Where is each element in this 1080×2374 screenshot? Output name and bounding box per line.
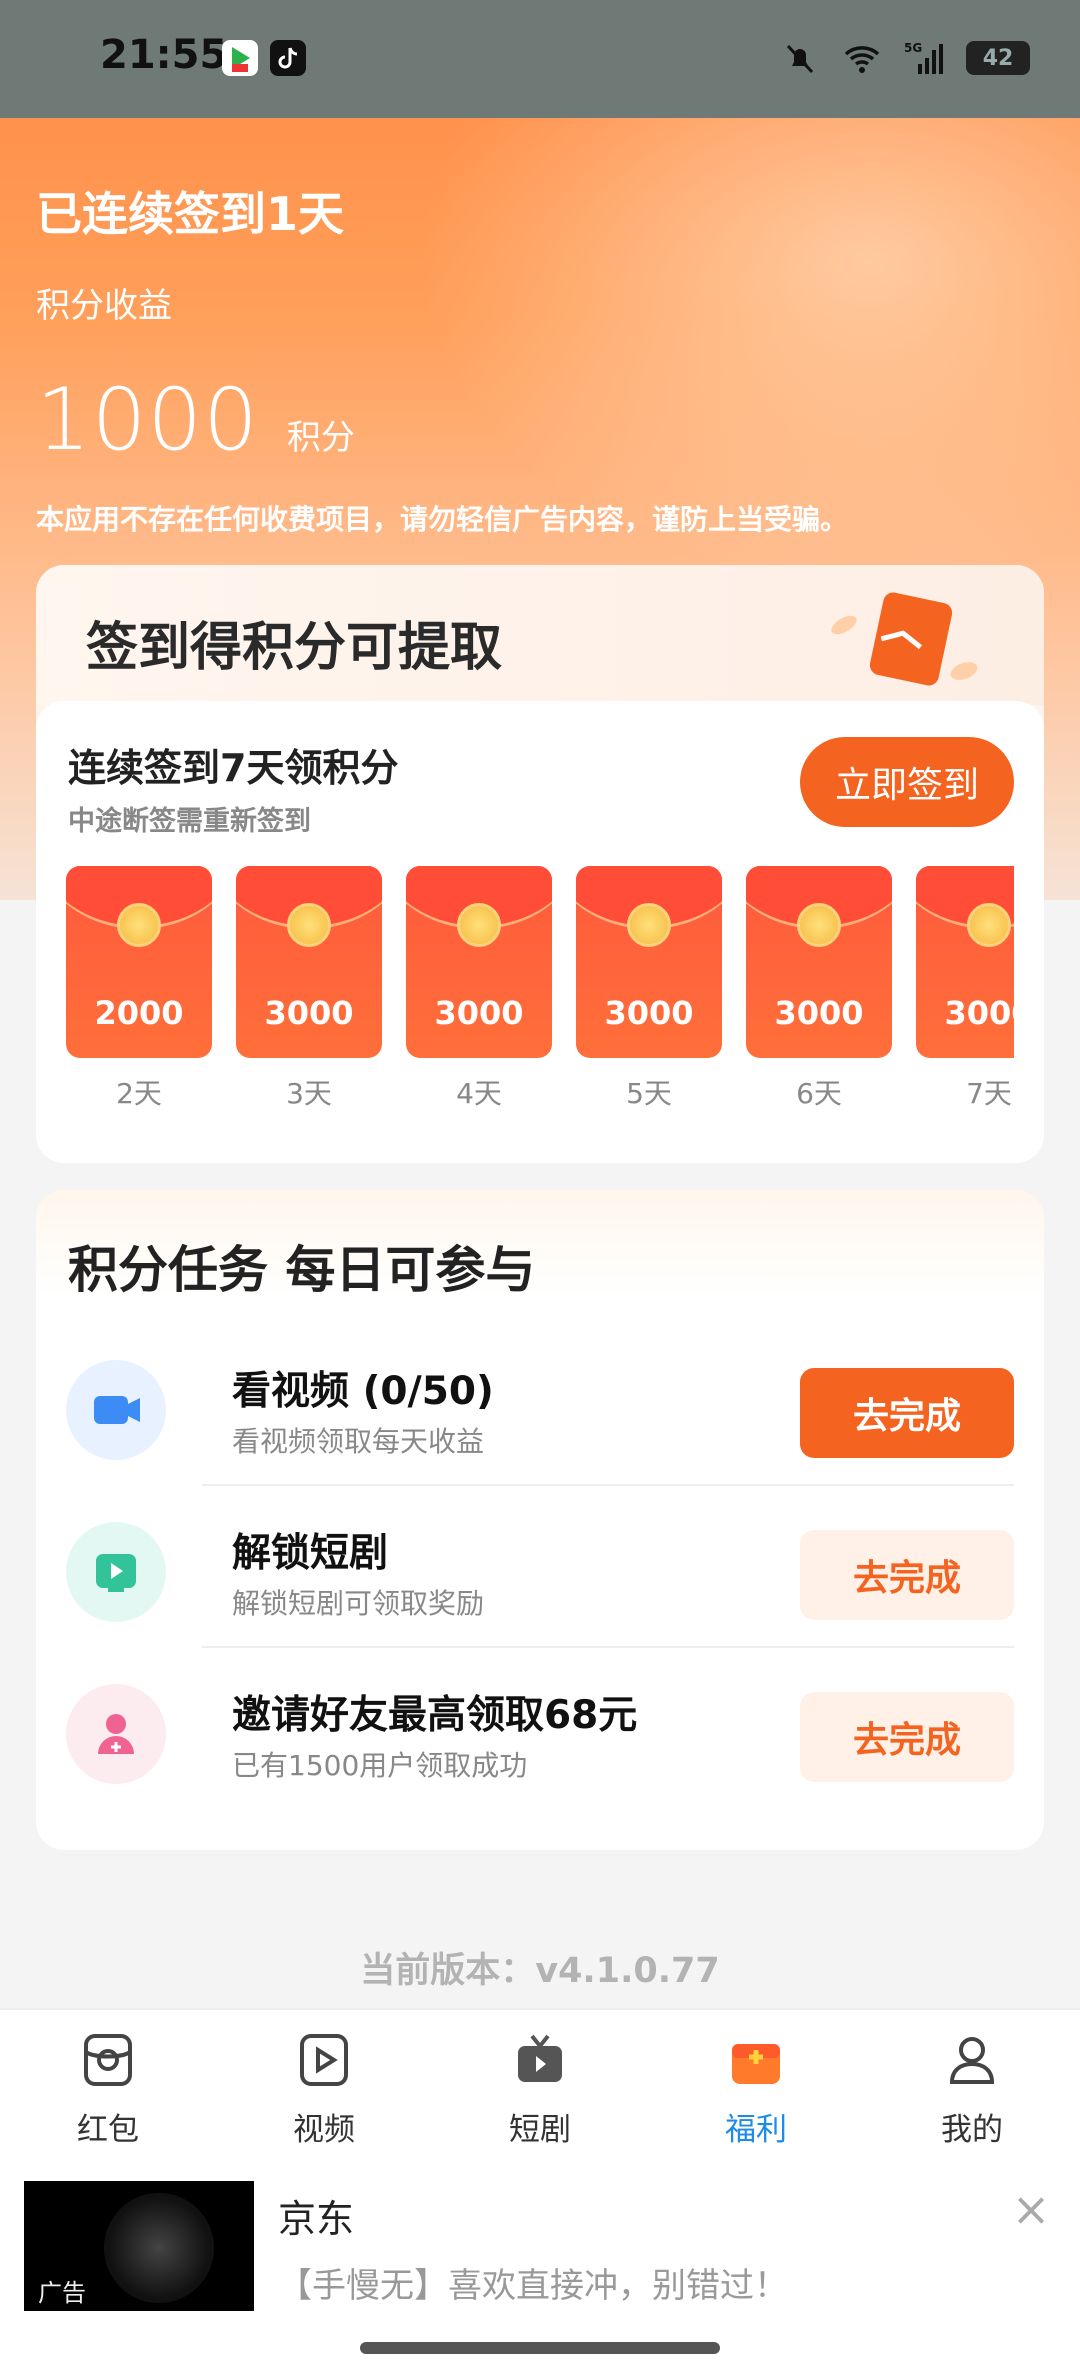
- coin-icon: [797, 903, 841, 947]
- signin-body: 连续签到7天领积分 中途断签需重新签到 立即签到 2000 2天 3000 3天…: [36, 701, 1044, 1163]
- status-bar: 21:55 5G 42: [0, 0, 1080, 118]
- ad-title[interactable]: 京东: [278, 2188, 354, 2243]
- coin-icon: [287, 903, 331, 947]
- signin-subtitle: 连续签到7天领积分: [68, 746, 399, 790]
- signin-day: 3000 6天: [746, 866, 892, 1112]
- streak-text: 已连续签到1天: [36, 187, 345, 241]
- signin-hint: 中途断签需重新签到: [68, 806, 311, 837]
- tab-welfare[interactable]: 福利: [648, 2030, 864, 2149]
- invite-user-icon: [66, 1684, 166, 1784]
- signin-days: 2000 2天 3000 3天 3000 4天 3000 5天 3000 6天 …: [66, 866, 1014, 1136]
- task-item-invite-friends: 邀请好友最高领取68元 已有1500用户领取成功 去完成: [66, 1664, 1014, 1824]
- mute-bell-icon: [786, 44, 814, 74]
- gift-icon: [732, 2044, 780, 2084]
- signin-card: 签到得积分可提取 连续签到7天领积分 中途断签需重新签到 立即签到 2000 2…: [36, 565, 1044, 1163]
- play-icon: [66, 1522, 166, 1622]
- red-envelope: 3000: [916, 866, 1014, 1058]
- day-label: 3天: [286, 1077, 332, 1110]
- video-camera-icon: [66, 1360, 166, 1460]
- coin-icon: [967, 903, 1011, 947]
- task-go-button[interactable]: 去完成: [800, 1692, 1014, 1782]
- ad-product-image: [104, 2193, 214, 2303]
- tv-icon: [518, 2034, 562, 2082]
- status-time: 21:55: [100, 32, 228, 78]
- ad-desc[interactable]: 【手慢无】喜欢直接冲，别错过！: [278, 2258, 788, 2307]
- task-desc: 解锁短剧可领取奖励: [232, 1587, 485, 1620]
- red-envelope: 3000: [406, 866, 552, 1058]
- day-label: 6天: [796, 1077, 842, 1110]
- bottom-tab-bar: 红包 视频 短剧 福利 我的: [0, 2008, 1080, 2158]
- day-reward: 3000: [434, 994, 524, 1032]
- tiktok-icon: [270, 40, 306, 76]
- day-label: 7天: [966, 1077, 1012, 1110]
- red-envelope-illustration: [831, 592, 978, 686]
- tab-mine[interactable]: 我的: [864, 2030, 1080, 2149]
- divider: [202, 1646, 1014, 1648]
- signin-day: 3000 4天: [406, 866, 552, 1112]
- home-indicator[interactable]: [360, 2342, 720, 2354]
- ad-image[interactable]: 广告: [24, 2181, 254, 2311]
- task-desc: 已有1500用户领取成功: [232, 1749, 528, 1782]
- red-envelope: 2000: [66, 866, 212, 1058]
- signin-day: 2000 2天: [66, 866, 212, 1112]
- task-go-button[interactable]: 去完成: [800, 1530, 1014, 1620]
- tab-label: 我的: [941, 2112, 1003, 2148]
- tasks-title: 积分任务 每日可参与: [68, 1241, 536, 1299]
- red-envelope: 3000: [746, 866, 892, 1058]
- task-item-unlock-drama: 解锁短剧 解锁短剧可领取奖励 去完成: [66, 1502, 1014, 1662]
- signin-day: 3000 3天: [236, 866, 382, 1112]
- video-icon: [300, 2034, 348, 2086]
- battery-indicator: 42: [966, 41, 1030, 75]
- coin-icon: [627, 903, 671, 947]
- app-version: 当前版本：v4.1.0.77: [360, 1951, 720, 1991]
- tab-video[interactable]: 视频: [216, 2030, 432, 2149]
- red-packet-icon: [84, 2034, 132, 2086]
- tab-label: 福利: [725, 2112, 787, 2148]
- red-envelope: 3000: [576, 866, 722, 1058]
- tab-label: 视频: [293, 2112, 355, 2148]
- day-reward: 2000: [94, 994, 184, 1032]
- tasks-card: 积分任务 每日可参与 看视频 (0/50) 看视频领取每天收益 去完成 解锁短剧…: [36, 1190, 1044, 1850]
- signin-title: 签到得积分可提取: [86, 618, 503, 678]
- signin-day: 3000 7天: [916, 866, 1014, 1112]
- day-reward: 3000: [264, 994, 354, 1032]
- points-balance: 1000 积分: [36, 370, 355, 470]
- task-go-button[interactable]: 去完成: [800, 1368, 1014, 1458]
- tab-drama[interactable]: 短剧: [432, 2030, 648, 2149]
- app-store-icon: [222, 40, 258, 76]
- red-envelope: 3000: [236, 866, 382, 1058]
- tab-label: 红包: [77, 2112, 139, 2148]
- day-reward: 3000: [604, 994, 694, 1032]
- close-icon[interactable]: ×: [1006, 2184, 1056, 2234]
- tab-red-packet[interactable]: 红包: [0, 2030, 216, 2149]
- coin-icon: [117, 903, 161, 947]
- points-unit: 积分: [286, 418, 355, 458]
- day-label: 5天: [626, 1077, 672, 1110]
- task-title: 看视频 (0/50): [232, 1369, 494, 1414]
- day-label: 4天: [456, 1077, 502, 1110]
- day-reward: 3000: [944, 994, 1014, 1032]
- day-label: 2天: [116, 1077, 162, 1110]
- task-item-watch-video: 看视频 (0/50) 看视频领取每天收益 去完成: [66, 1340, 1014, 1500]
- signin-header: 签到得积分可提取: [36, 565, 1044, 705]
- tab-label: 短剧: [509, 2112, 571, 2148]
- earn-label: 积分收益: [36, 286, 172, 326]
- profile-icon: [949, 2037, 995, 2084]
- signin-now-button[interactable]: 立即签到: [800, 737, 1014, 827]
- coin-icon: [457, 903, 501, 947]
- points-value: 1000: [36, 370, 259, 470]
- task-desc: 看视频领取每天收益: [232, 1425, 485, 1458]
- anti-fraud-notice: 本应用不存在任何收费项目，请勿轻信广告内容，谨防上当受骗。: [36, 503, 849, 536]
- signin-day: 3000 5天: [576, 866, 722, 1112]
- divider: [202, 1484, 1014, 1486]
- ad-tag: 广告: [38, 2279, 86, 2307]
- task-title: 邀请好友最高领取68元: [232, 1693, 638, 1738]
- wifi-icon: [844, 46, 880, 73]
- day-reward: 3000: [774, 994, 864, 1032]
- task-title: 解锁短剧: [232, 1531, 389, 1576]
- svg-text:5G: 5G: [904, 41, 922, 55]
- signal-5g-icon: 5G: [904, 41, 943, 74]
